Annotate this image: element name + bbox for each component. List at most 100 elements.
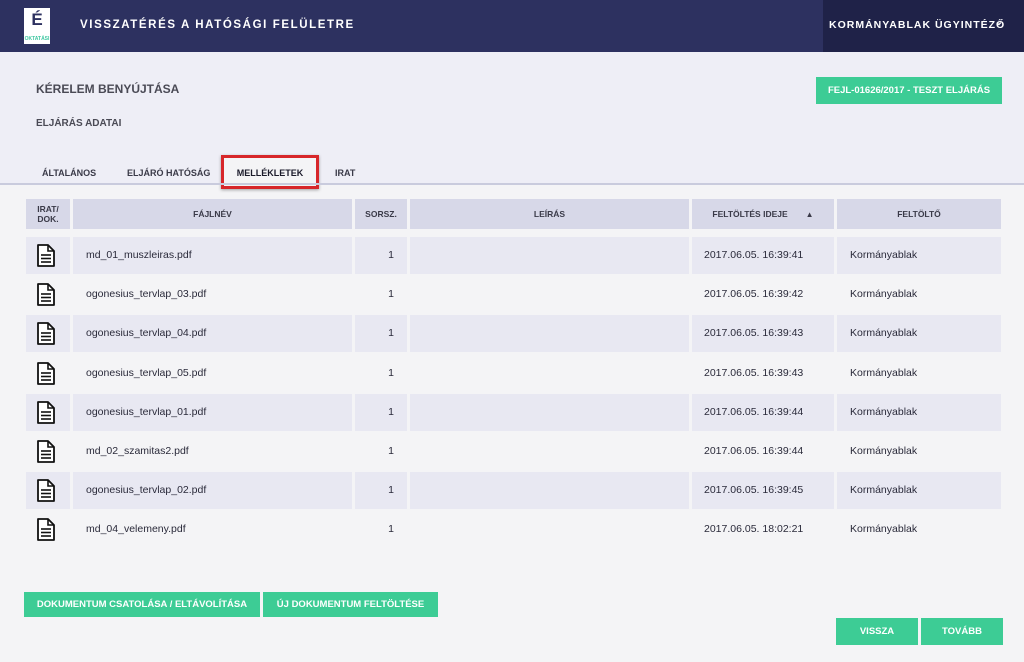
column-separator <box>407 472 410 509</box>
column-separator <box>689 276 692 313</box>
cell-num: 1 <box>388 367 394 379</box>
column-separator <box>70 355 73 392</box>
col-header-doc-type[interactable]: IRAT/ DOK. <box>26 199 70 229</box>
cell-uploader: Kormányablak <box>850 367 918 379</box>
column-separator <box>689 237 692 274</box>
cell-filename[interactable]: md_02_szamitas2.pdf <box>86 433 352 470</box>
column-separator <box>352 511 355 548</box>
column-separator <box>689 511 692 548</box>
table-row[interactable]: ogonesius_tervlap_02.pdf 1 2017.06.05. 16:… <box>26 472 1001 509</box>
back-button[interactable]: VISSZA <box>836 618 918 645</box>
chevron-down-icon: ⌄ <box>994 17 1004 28</box>
column-separator <box>70 315 73 352</box>
column-separator <box>689 394 692 431</box>
cell-time: 2017.06.05. 16:39:43 <box>704 367 804 379</box>
return-to-authority-link[interactable]: VISSZATÉRÉS A HATÓSÁGI FELÜLETRE <box>80 19 355 31</box>
column-separator <box>352 472 355 509</box>
next-button[interactable]: TOVÁBB <box>921 618 1003 645</box>
document-icon[interactable] <box>36 244 56 267</box>
document-icon[interactable] <box>36 440 56 463</box>
table-row[interactable]: ogonesius_tervlap_04.pdf 1 2017.06.05. 16:… <box>26 315 1001 352</box>
column-separator <box>352 394 355 431</box>
document-icon[interactable] <box>36 401 56 424</box>
logo-subtext: OKTATÁSI <box>24 36 50 42</box>
column-separator <box>70 276 73 313</box>
column-separator <box>407 433 410 470</box>
cell-uploader: Kormányablak <box>850 445 918 457</box>
cell-desc <box>415 315 685 352</box>
col-header-uploader[interactable]: FELTÖLTŐ <box>837 199 1001 229</box>
document-icon[interactable] <box>36 322 56 345</box>
cell-filename[interactable]: md_04_velemeny.pdf <box>86 511 352 548</box>
document-icon[interactable] <box>36 479 56 502</box>
column-separator <box>70 237 73 274</box>
cell-uploader: Kormányablak <box>850 406 918 418</box>
cell-filename[interactable]: ogonesius_tervlap_01.pdf <box>86 394 352 431</box>
cell-uploader: Kormányablak <box>850 327 918 339</box>
table-row[interactable]: ogonesius_tervlap_03.pdf 1 2017.06.05. 16:… <box>26 276 1001 313</box>
col-header-filename[interactable]: FÁJLNÉV <box>73 199 352 229</box>
table-row[interactable]: md_01_muszleiras.pdf 1 2017.06.05. 16:39:4… <box>26 237 1001 274</box>
column-separator <box>352 355 355 392</box>
column-separator <box>689 472 692 509</box>
cell-desc <box>415 394 685 431</box>
column-separator <box>689 433 692 470</box>
document-icon[interactable] <box>36 518 56 541</box>
column-separator <box>70 394 73 431</box>
user-menu[interactable]: KORMÁNYABLAK ÜGYINTÉZŐ ⌄ <box>823 0 1024 52</box>
column-separator <box>352 315 355 352</box>
cell-time: 2017.06.05. 16:39:45 <box>704 484 804 496</box>
tab-divider <box>0 183 1024 185</box>
column-separator <box>407 355 410 392</box>
column-separator <box>352 276 355 313</box>
tab-authority[interactable]: ELJÁRÓ HATÓSÁG <box>127 168 210 178</box>
cell-num: 1 <box>388 249 394 261</box>
column-separator <box>407 394 410 431</box>
column-separator <box>352 433 355 470</box>
top-bar: É OKTATÁSI VISSZATÉRÉS A HATÓSÁGI FELÜLE… <box>0 0 1024 52</box>
cell-desc <box>415 472 685 509</box>
cell-filename[interactable]: ogonesius_tervlap_04.pdf <box>86 315 352 352</box>
cell-filename[interactable]: ogonesius_tervlap_03.pdf <box>86 276 352 313</box>
cell-time: 2017.06.05. 18:02:21 <box>704 523 804 535</box>
col-header-number[interactable]: SORSZ. <box>355 199 407 229</box>
column-separator <box>70 511 73 548</box>
document-icon[interactable] <box>36 283 56 306</box>
column-separator <box>407 276 410 313</box>
upload-new-document-button[interactable]: ÚJ DOKUMENTUM FELTÖLTÉSE <box>263 592 438 617</box>
cell-uploader: Kormányablak <box>850 288 918 300</box>
content-header <box>0 52 1024 184</box>
cell-time: 2017.06.05. 16:39:44 <box>704 445 804 457</box>
cell-desc <box>415 237 685 274</box>
cell-time: 2017.06.05. 16:39:42 <box>704 288 804 300</box>
table-row[interactable]: ogonesius_tervlap_01.pdf 1 2017.06.05. 16:… <box>26 394 1001 431</box>
case-id-button[interactable]: FEJL-01626/2017 - TESZT ELJÁRÁS <box>816 77 1002 104</box>
cell-filename[interactable]: md_01_muszleiras.pdf <box>86 237 352 274</box>
column-separator <box>689 355 692 392</box>
app-logo[interactable]: É OKTATÁSI <box>24 8 50 44</box>
cell-num: 1 <box>388 523 394 535</box>
col-header-upload-time[interactable]: FELTÖLTÉS IDEJE ▲ <box>692 199 834 229</box>
section-subtitle: ELJÁRÁS ADATAI <box>36 118 122 129</box>
column-separator <box>70 433 73 470</box>
table-row[interactable]: md_02_szamitas2.pdf 1 2017.06.05. 16:39:44… <box>26 433 1001 470</box>
sort-ascending-icon[interactable]: ▲ <box>806 210 814 219</box>
column-separator <box>407 511 410 548</box>
table-row[interactable]: ogonesius_tervlap_05.pdf 1 2017.06.05. 16:… <box>26 355 1001 392</box>
cell-time: 2017.06.05. 16:39:43 <box>704 327 804 339</box>
table-row[interactable]: md_04_velemeny.pdf 1 2017.06.05. 18:02:21 K… <box>26 511 1001 548</box>
cell-desc <box>415 355 685 392</box>
cell-num: 1 <box>388 327 394 339</box>
cell-filename[interactable]: ogonesius_tervlap_05.pdf <box>86 355 352 392</box>
cell-uploader: Kormányablak <box>850 484 918 496</box>
document-icon[interactable] <box>36 362 56 385</box>
cell-time: 2017.06.05. 16:39:41 <box>704 249 804 261</box>
tab-general[interactable]: ÁLTALÁNOS <box>42 168 96 178</box>
tab-document[interactable]: IRAT <box>335 168 355 178</box>
cell-uploader: Kormányablak <box>850 249 918 261</box>
cell-num: 1 <box>388 406 394 418</box>
column-separator <box>407 237 410 274</box>
col-header-description[interactable]: LEÍRÁS <box>410 199 689 229</box>
attach-remove-document-button[interactable]: DOKUMENTUM CSATOLÁSA / ELTÁVOLÍTÁSA <box>24 592 260 617</box>
cell-filename[interactable]: ogonesius_tervlap_02.pdf <box>86 472 352 509</box>
